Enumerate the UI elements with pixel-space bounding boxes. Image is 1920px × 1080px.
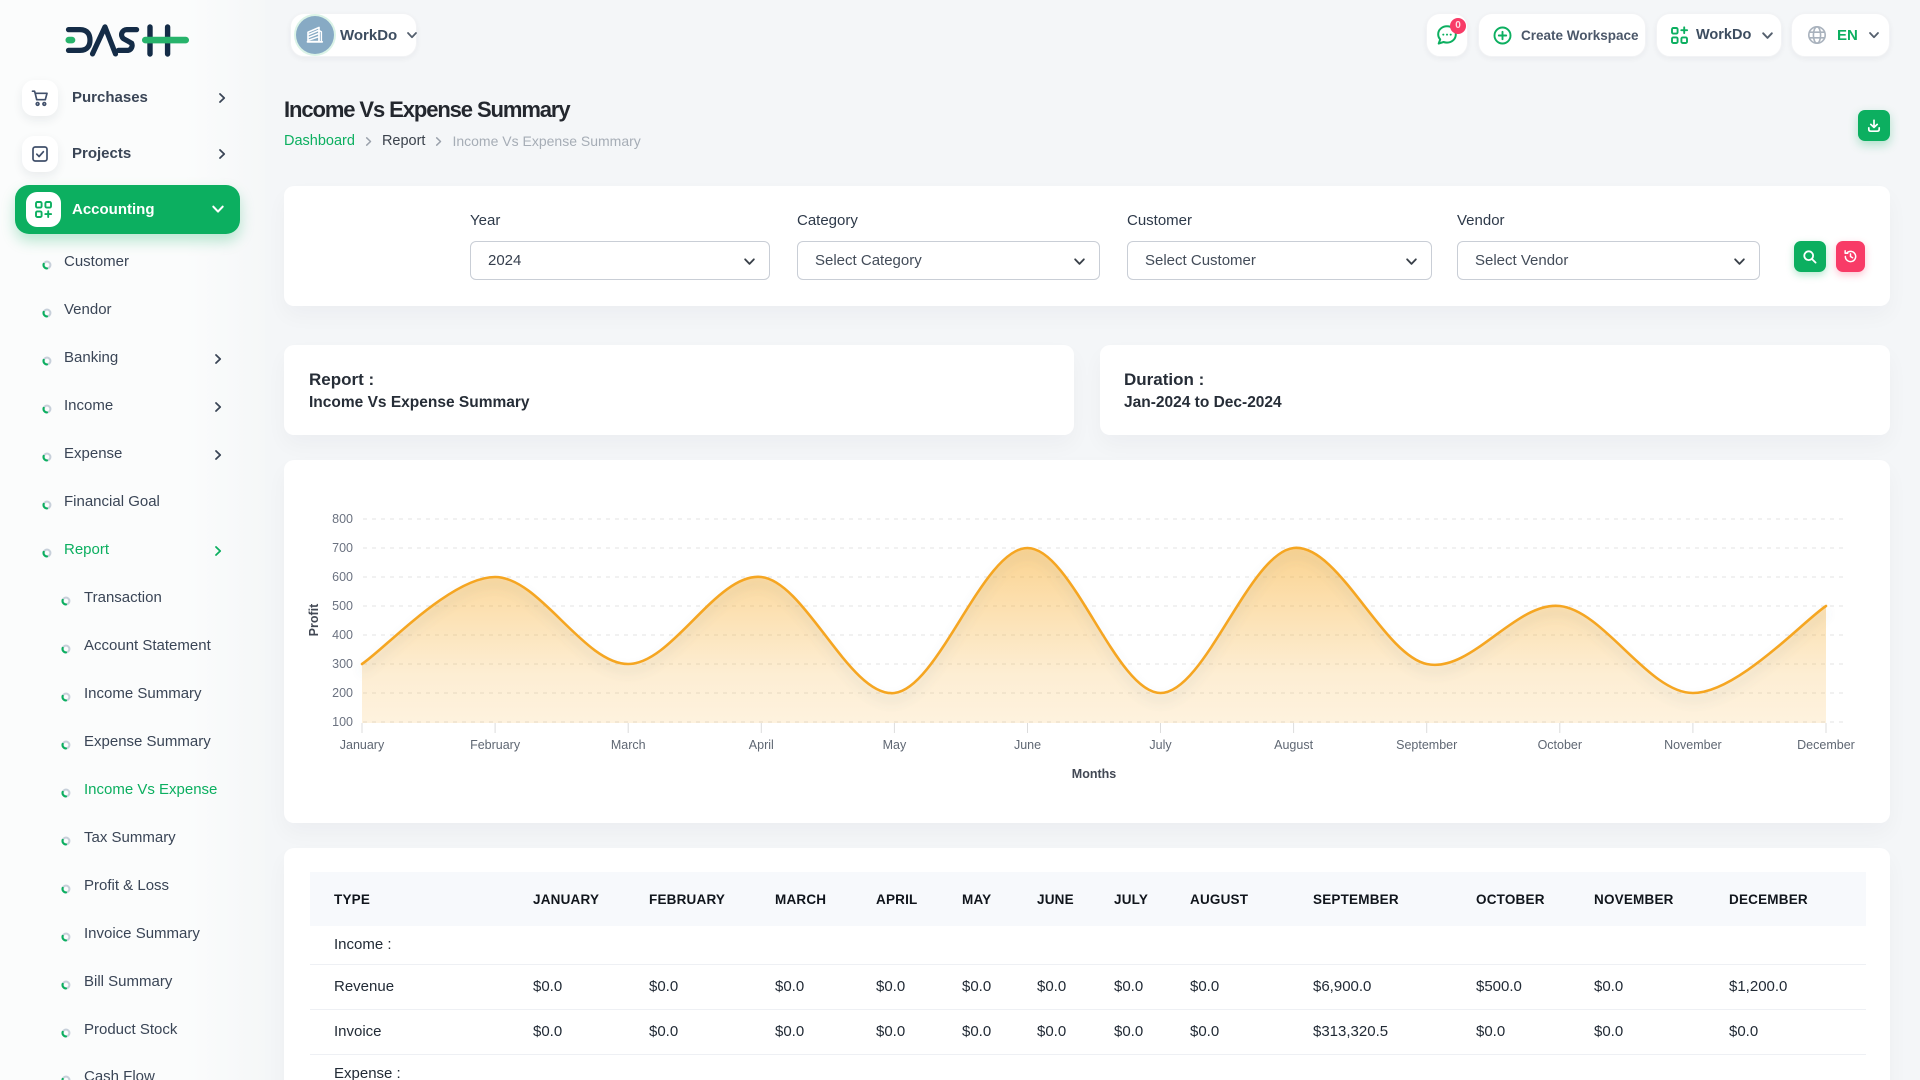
svg-text:Profit: Profit [307,603,321,636]
svg-text:July: July [1149,738,1172,752]
svg-text:800: 800 [332,512,353,526]
svg-text:September: September [1396,738,1457,752]
svg-text:700: 700 [332,541,353,555]
svg-text:January: January [340,738,385,752]
svg-text:100: 100 [332,715,353,729]
svg-text:October: October [1538,738,1582,752]
svg-text:April: April [749,738,774,752]
svg-text:December: December [1797,738,1855,752]
svg-text:March: March [611,738,646,752]
svg-text:August: August [1274,738,1313,752]
svg-text:Months: Months [1072,767,1116,781]
svg-text:200: 200 [332,686,353,700]
svg-text:300: 300 [332,657,353,671]
svg-text:400: 400 [332,628,353,642]
svg-text:June: June [1014,738,1041,752]
svg-text:November: November [1664,738,1722,752]
svg-text:500: 500 [332,599,353,613]
svg-text:600: 600 [332,570,353,584]
svg-text:February: February [470,738,521,752]
svg-text:May: May [883,738,907,752]
